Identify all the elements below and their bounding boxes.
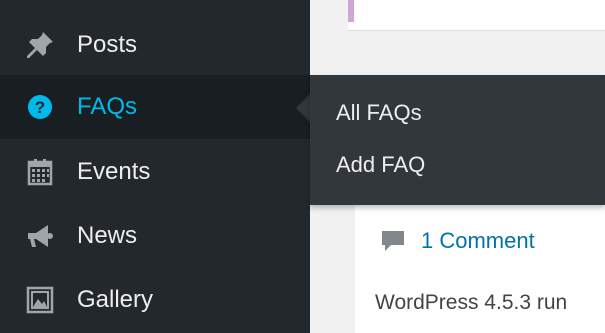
- comment-row[interactable]: 1 Comment: [379, 227, 535, 255]
- submenu-item-add-faq[interactable]: Add FAQ: [336, 152, 425, 178]
- post-excerpt: WordPress 4.5.3 run: [375, 291, 568, 314]
- sidebar-item-faqs[interactable]: ? FAQs: [0, 75, 310, 139]
- sidebar-item-news[interactable]: News: [0, 204, 310, 268]
- content-panel: 1 Comment WordPress 4.5.3 run: [355, 205, 605, 333]
- question-circle-icon: ?: [24, 91, 56, 123]
- sidebar-item-label: FAQs: [77, 93, 138, 120]
- sidebar-item-label: Gallery: [77, 286, 154, 313]
- sidebar-item-label: News: [77, 222, 138, 249]
- comment-icon: [382, 231, 404, 251]
- calendar-icon: [24, 156, 56, 188]
- comment-count-link[interactable]: 1 Comment: [421, 228, 535, 254]
- sidebar-item-label: Posts: [77, 31, 138, 58]
- flyout-pointer: [296, 94, 310, 122]
- sidebar-item-label: Events: [77, 158, 151, 185]
- panel-accent-bar: [348, 0, 354, 22]
- content-panel-top: [348, 0, 605, 31]
- admin-sidebar: Posts ? FAQs Events News Gallery: [0, 0, 310, 333]
- sidebar-item-gallery[interactable]: Gallery: [0, 268, 310, 332]
- submenu-item-all-faqs[interactable]: All FAQs: [336, 100, 422, 126]
- faqs-submenu-flyout: All FAQs Add FAQ: [310, 75, 605, 205]
- megaphone-icon: [24, 220, 56, 252]
- svg-text:?: ?: [35, 98, 45, 117]
- sidebar-item-events[interactable]: Events: [0, 140, 310, 204]
- gallery-icon: [24, 284, 56, 316]
- pushpin-icon: [24, 29, 56, 61]
- sidebar-item-posts[interactable]: Posts: [0, 13, 310, 77]
